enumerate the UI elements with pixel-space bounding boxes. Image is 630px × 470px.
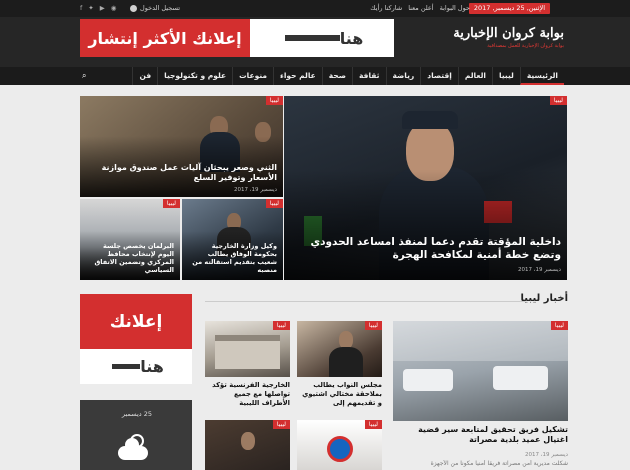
top-links: حول البوابة أعلن معنا شاركنا رأيك [370, 4, 470, 12]
site-logo[interactable]: بوابة كروان الإخبارية بوابة كروان الإخبا… [453, 26, 564, 56]
sidebar-ad-white: هنا [80, 349, 192, 384]
category-badge[interactable]: ليبيا [550, 321, 568, 330]
partly-cloudy-icon [118, 438, 148, 460]
nav-home[interactable]: الرئيسية [519, 67, 564, 85]
hero-top-card[interactable]: ليبيا الثني وصعر يبحثان آليات عمل صندوق … [80, 96, 283, 197]
section-big-image[interactable]: ليبيا [393, 321, 568, 421]
nav-misc[interactable]: منوعات [232, 67, 273, 85]
current-date: الإثنين, 25 ديسمبر, 2017 [468, 3, 550, 14]
category-badge[interactable]: ليبيا [162, 199, 180, 208]
category-badge[interactable]: ليبيا [364, 321, 382, 330]
police-car [403, 369, 453, 391]
search-icon[interactable]: ⌕ [82, 71, 86, 81]
sidebar-ad-red: إعلانك [80, 294, 192, 349]
user-icon [130, 4, 137, 12]
figure-head [241, 432, 255, 450]
login-label: تسجيل الدخول [140, 4, 181, 12]
main-nav: الرئيسية ليبيا العالم إقتصاد رياضة ثقافة… [0, 67, 630, 85]
nav-list: الرئيسية ليبيا العالم إقتصاد رياضة ثقافة… [132, 67, 564, 85]
rss-icon[interactable]: ◉ [111, 4, 117, 12]
nav-science[interactable]: علوم و تكنولوجيا [157, 67, 232, 85]
logo-title: بوابة كروان الإخبارية [453, 26, 564, 41]
nav-culture[interactable]: ثقافة [352, 67, 386, 85]
news-thumb-2-title[interactable]: الخارجية الفرنسية تؤكد تواصلها مع جميع ا… [205, 381, 290, 407]
nav-world[interactable]: العالم [457, 67, 492, 85]
nav-art[interactable]: فن [132, 67, 157, 85]
hero-bottom-mid-title[interactable]: وكيل وزارة الخارجية بحكومة الوفاق يطالب … [188, 242, 277, 275]
news-thumb-3[interactable]: ليبيا [297, 420, 382, 470]
building [215, 335, 280, 369]
building [393, 321, 568, 361]
hero-main-card[interactable]: ليبيا داخلية المؤقتة تقدم دعما لمنفذ امس… [284, 96, 567, 280]
logo-emblem [327, 436, 353, 462]
hero-main-date: ديسمبر 19، 2017 [517, 267, 561, 273]
section-big-date: ديسمبر 19، 2017 [524, 452, 568, 458]
nav-health[interactable]: صحة [321, 67, 352, 85]
ad-banner-here: هنا [339, 28, 364, 48]
hero-top-date: ديسمبر 19، 2017 [233, 187, 277, 193]
weather-date: 25 ديسمبر [121, 410, 152, 418]
news-thumb-2[interactable]: ليبيا [205, 321, 290, 377]
sidebar-ad[interactable]: إعلانك هنا [80, 294, 192, 384]
hero-top-title[interactable]: الثني وصعر يبحثان آليات عمل صندوق موازنة… [86, 163, 277, 183]
police-cap [402, 111, 458, 129]
hero-bottom-left-card[interactable]: ليبيا البرلمان يخصص جلسة اليوم لإنتخاب م… [80, 199, 180, 280]
nav-women[interactable]: عالم حواء [273, 67, 322, 85]
news-thumb-1-title[interactable]: مجلس النواب يطالب بملاحقة مختالي اشتيوي … [297, 381, 382, 407]
section-divider [205, 301, 525, 302]
nav-economy[interactable]: إقتصاد [420, 67, 458, 85]
ad-banner-red: إعلانك الأكثر إنتشار [80, 19, 250, 57]
facebook-icon[interactable]: f [80, 4, 82, 12]
hero-bottom-mid-card[interactable]: ليبيا وكيل وزارة الخارجية بحكومة الوفاق … [182, 199, 283, 280]
sidebar-ad-here: هنا [140, 357, 164, 376]
twitter-icon[interactable]: ✦ [88, 4, 93, 12]
nav-libya[interactable]: ليبيا [492, 67, 520, 85]
ad-underline [112, 364, 141, 369]
news-thumb-4[interactable]: ليبيا [205, 420, 290, 470]
logo-subtitle: بوابة كروان الإخبارية للعمل بمصداقية [487, 43, 564, 49]
category-badge[interactable]: ليبيا [364, 420, 382, 429]
category-badge[interactable]: ليبيا [265, 96, 283, 105]
youtube-icon[interactable]: ▶ [100, 4, 105, 12]
section-big-excerpt: شكلت مديرية أمن مصراتة فريقاً أمنياً مكو… [430, 460, 568, 467]
social-links: ◉ ▶ ✦ f [80, 4, 116, 12]
header-ad-banner[interactable]: هنا إعلانك الأكثر إنتشار [80, 19, 394, 57]
ad-underline [284, 35, 340, 41]
category-badge[interactable]: ليبيا [272, 321, 290, 330]
top-link-advertise[interactable]: أعلن معنا [408, 4, 433, 12]
nav-sports[interactable]: رياضة [385, 67, 421, 85]
category-badge[interactable]: ليبيا [549, 96, 567, 105]
category-badge[interactable]: ليبيا [265, 199, 283, 208]
hero-main-title[interactable]: داخلية المؤقتة تقدم دعما لمنفذ امساعد ال… [290, 236, 562, 262]
login-link[interactable]: تسجيل الدخول [130, 4, 180, 12]
news-thumb-1[interactable]: ليبيا [297, 321, 382, 377]
weather-widget: 25 ديسمبر [80, 400, 192, 470]
top-bar: الإثنين, 25 ديسمبر, 2017 حول البوابة أعل… [0, 0, 630, 17]
category-badge[interactable]: ليبيا [272, 420, 290, 429]
top-link-about[interactable]: حول البوابة [440, 4, 470, 12]
ad-banner-white: هنا [250, 19, 394, 57]
top-link-feedback[interactable]: شاركنا رأيك [370, 4, 402, 12]
hero-bottom-left-title[interactable]: البرلمان يخصص جلسة اليوم لإنتخاب محافظ ا… [86, 242, 174, 275]
section-title[interactable]: أخبار ليبيا [521, 293, 568, 304]
police-car [493, 366, 548, 390]
section-big-title[interactable]: تشكيل فريق تحقيق لمتابعة سير قضية اغتيال… [393, 425, 568, 446]
figure-body [329, 347, 363, 377]
